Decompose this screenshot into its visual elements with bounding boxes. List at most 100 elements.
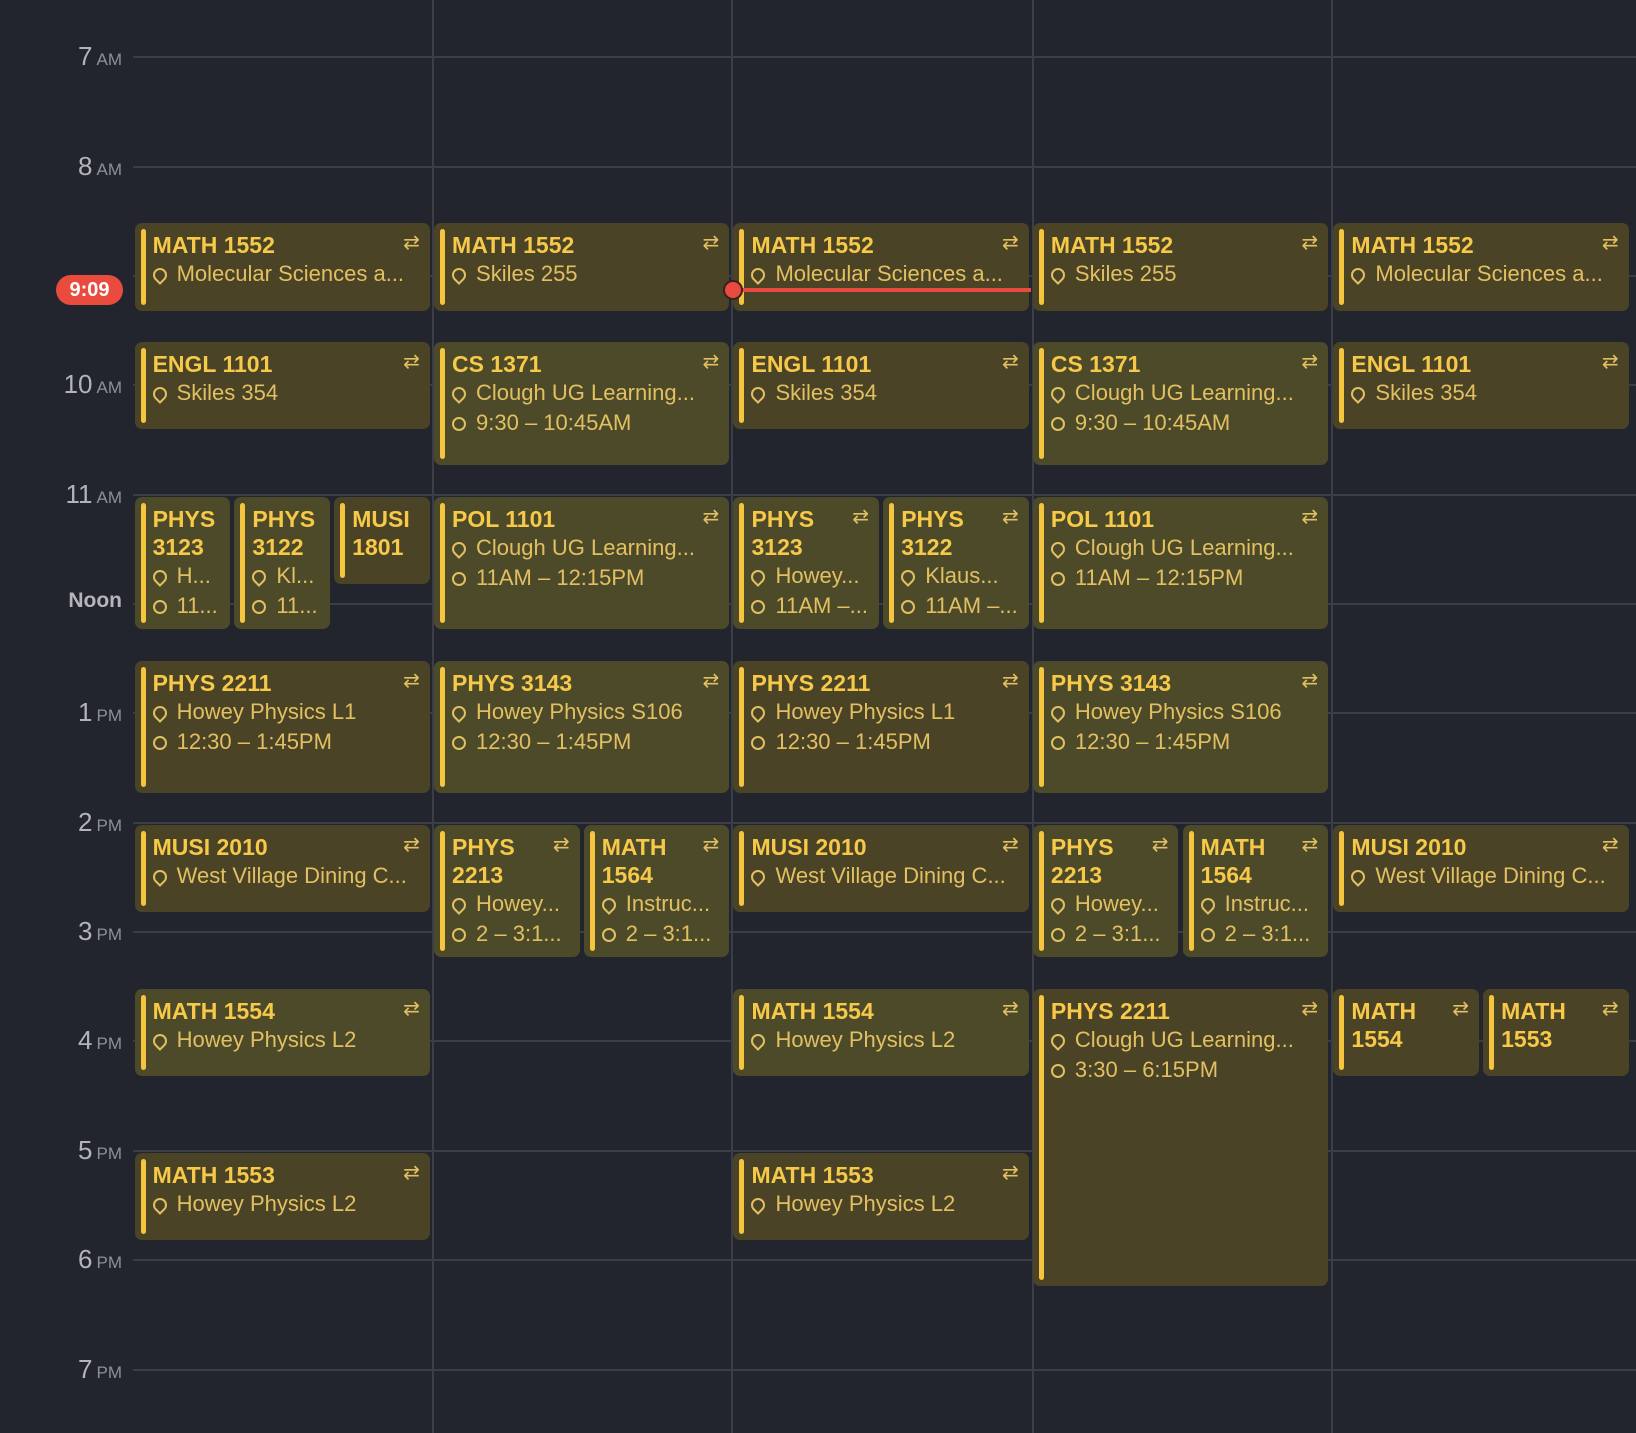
- event-color-bar: [140, 830, 146, 906]
- event-location-text: Howey Physics L1: [775, 698, 956, 724]
- event-location-text: Skiles 255: [476, 261, 578, 287]
- event-block[interactable]: MATH 1553 Howey Physics L2 ⇄: [733, 1152, 1029, 1240]
- event-block[interactable]: PHYS 3122 Kl... 11...: [234, 496, 331, 630]
- event-location: Clough UG Learning...: [452, 533, 719, 563]
- event-block[interactable]: PHYS 3122 Klaus... 11AM –... ⇄: [883, 496, 1029, 630]
- event-time: 9:30 – 10:45AM: [452, 408, 719, 438]
- event-location: Skiles 255: [1050, 259, 1318, 289]
- event-block[interactable]: CS 1371 Clough UG Learning... 9:30 – 10:45…: [1032, 341, 1329, 466]
- event-location-text: Howey Physics L2: [176, 1026, 357, 1052]
- repeat-icon: ⇄: [1601, 350, 1619, 373]
- pin-icon: [452, 894, 469, 915]
- event-location: Howey Physics L1: [751, 697, 1018, 727]
- pin-icon: [452, 538, 469, 559]
- event-block[interactable]: MATH 1552 Molecular Sciences a... ⇄: [134, 223, 430, 311]
- hour-number: 7: [78, 41, 93, 72]
- pin-icon: [751, 265, 769, 286]
- event-time-text: 2 – 3:1...: [1074, 920, 1161, 946]
- event-block[interactable]: PHYS 3143 Howey Physics S106 12:30 – 1:45P…: [434, 660, 730, 794]
- pin-icon: [751, 702, 769, 723]
- repeat-icon: ⇄: [1301, 505, 1319, 528]
- event-block[interactable]: MATH 1553 Howey Physics L2 ⇄: [134, 1152, 430, 1240]
- clock-icon: [1050, 1063, 1065, 1078]
- pin-icon: [152, 265, 170, 286]
- event-block[interactable]: POL 1101 Clough UG Learning... 11AM – 12:1…: [434, 496, 730, 630]
- repeat-icon: ⇄: [1151, 833, 1169, 856]
- event-block[interactable]: PHYS 2213 Howey... 2 – 3:1... ⇄: [434, 824, 580, 958]
- event-block[interactable]: MUSI 1801: [334, 496, 430, 584]
- event-color-bar: [440, 666, 446, 788]
- event-time-text: 11AM – 12:15PM: [1074, 564, 1244, 590]
- event-block[interactable]: MATH 1554 Howey Physics L2 ⇄: [134, 988, 430, 1076]
- event-color-bar: [140, 347, 146, 423]
- event-location: Clough UG Learning...: [1050, 1025, 1318, 1055]
- event-color-bar: [1038, 830, 1044, 952]
- event-block[interactable]: PHYS 2211 Howey Physics L1 12:30 – 1:45PM ⇄: [134, 660, 430, 794]
- event-block[interactable]: MATH 1554 Howey Physics L2 ⇄: [733, 988, 1029, 1076]
- hour-label: 11 AM: [2, 481, 123, 507]
- event-block[interactable]: PHYS 3123 H... 11...: [134, 496, 231, 630]
- event-block[interactable]: MUSI 2010 West Village Dining C... ⇄: [134, 824, 430, 912]
- event-block[interactable]: POL 1101 Clough UG Learning... 11AM – 12:1…: [1032, 496, 1329, 630]
- event-block[interactable]: MUSI 2010 West Village Dining C... ⇄: [733, 824, 1029, 912]
- event-location: Howey Physics L2: [152, 1189, 420, 1219]
- event-time: 12:30 – 1:45PM: [452, 727, 719, 757]
- event-block[interactable]: MATH 1552 Skiles 255 ⇄: [434, 223, 730, 311]
- hour-label: 7 PM: [2, 1356, 122, 1382]
- event-color-bar: [1038, 347, 1044, 460]
- event-location-text: Howey Physics L1: [176, 698, 357, 724]
- hour-period: PM: [96, 815, 123, 835]
- event-block[interactable]: MATH 1552 Molecular Sciences a... ⇄: [733, 223, 1029, 311]
- event-block[interactable]: PHYS 3123 Howey... 11AM –... ⇄: [733, 496, 880, 630]
- clock-icon: [152, 735, 167, 750]
- event-color-bar: [1038, 666, 1044, 788]
- event-color-bar: [1038, 994, 1044, 1280]
- event-time: 2 – 3:1...: [1200, 919, 1319, 949]
- event-color-bar: [140, 502, 146, 624]
- event-location-text: West Village Dining C...: [775, 862, 1006, 888]
- event-color-bar: [1339, 347, 1345, 423]
- event-block[interactable]: MATH 1554 ⇄: [1333, 988, 1479, 1076]
- event-block[interactable]: ENGL 1101 Skiles 354 ⇄: [134, 341, 430, 429]
- event-title: MATH 1552: [751, 232, 874, 259]
- hour-label: 1 PM: [2, 699, 122, 725]
- event-block[interactable]: MATH 1564 Instruc... 2 – 3:1... ⇄: [583, 824, 730, 958]
- event-location-text: Clough UG Learning...: [476, 379, 695, 405]
- event-block[interactable]: CS 1371 Clough UG Learning... 9:30 – 10:45…: [434, 341, 730, 466]
- event-title: PHYS 2211: [152, 669, 272, 696]
- event-block[interactable]: MATH 1552 Skiles 255 ⇄: [1032, 223, 1329, 311]
- hour-number: 6: [78, 1244, 93, 1275]
- hour-gridline: [133, 56, 1636, 59]
- event-title: MUSI 2010: [152, 833, 268, 860]
- event-location: Molecular Sciences a...: [751, 259, 1018, 289]
- clock-icon: [1200, 927, 1215, 942]
- event-block[interactable]: PHYS 2211 Howey Physics L1 12:30 – 1:45PM ⇄: [733, 660, 1029, 794]
- hour-period: AM: [96, 159, 123, 179]
- event-color-bar: [739, 502, 745, 624]
- event-block[interactable]: PHYS 3143 Howey Physics S106 12:30 – 1:45P…: [1032, 660, 1329, 794]
- hour-label: 2 PM: [2, 809, 122, 835]
- event-block[interactable]: MATH 1552 Molecular Sciences a... ⇄: [1333, 223, 1629, 311]
- event-block[interactable]: ENGL 1101 Skiles 354 ⇄: [1333, 341, 1629, 429]
- event-time: 11...: [252, 591, 320, 621]
- hour-period: PM: [96, 1253, 123, 1273]
- event-block[interactable]: MUSI 2010 West Village Dining C... ⇄: [1333, 824, 1629, 912]
- pin-icon: [901, 566, 919, 587]
- event-time-text: 3:30 – 6:15PM: [1074, 1056, 1219, 1082]
- event-block[interactable]: PHYS 2213 Howey... 2 – 3:1... ⇄: [1032, 824, 1179, 958]
- event-block[interactable]: ENGL 1101 Skiles 354 ⇄: [733, 341, 1029, 429]
- event-block[interactable]: MATH 1564 Instruc... 2 – 3:1... ⇄: [1182, 824, 1329, 958]
- repeat-icon: ⇄: [1301, 669, 1319, 692]
- event-block[interactable]: PHYS 2211 Clough UG Learning... 3:30 – 6:1…: [1032, 988, 1329, 1286]
- event-title: MUSI 2010: [1351, 833, 1467, 860]
- clock-icon: [452, 927, 467, 942]
- event-location-text: Molecular Sciences a...: [176, 261, 405, 287]
- event-title: ENGL 1101: [751, 350, 872, 377]
- event-time-text: 11...: [176, 592, 218, 618]
- pin-icon: [1050, 702, 1068, 723]
- event-block[interactable]: MATH 1553 ⇄: [1483, 988, 1629, 1076]
- event-title: MATH 1552: [1050, 232, 1174, 259]
- repeat-icon: ⇄: [702, 833, 720, 856]
- event-location-text: Howey Physics L2: [775, 1190, 956, 1216]
- event-title: MATH 1552: [152, 232, 275, 259]
